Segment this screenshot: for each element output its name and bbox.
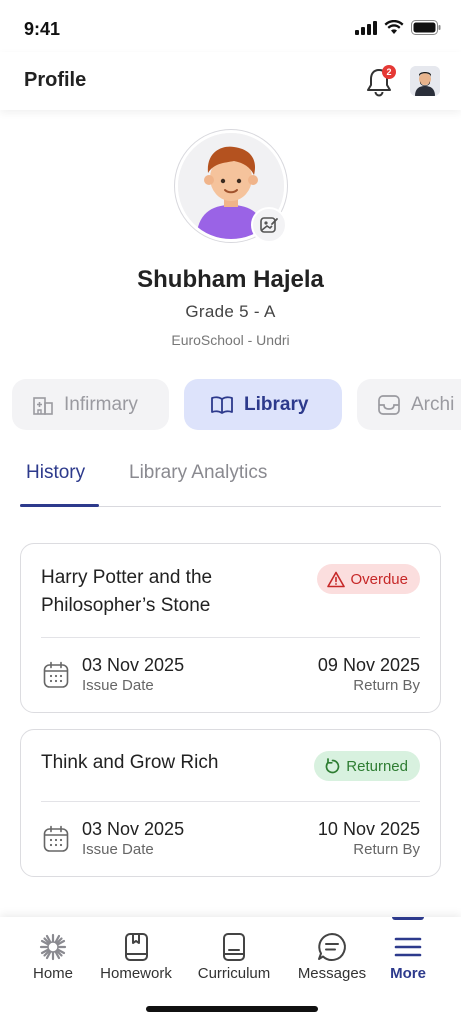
page-title: Profile	[24, 69, 87, 91]
edit-photo-button[interactable]	[251, 207, 287, 243]
inbox-icon	[378, 394, 400, 415]
message-bubble-icon	[318, 933, 346, 961]
section-chips: Infirmary Library Archi	[12, 379, 461, 431]
building-icon	[33, 396, 53, 415]
nav-label: Home	[32, 965, 73, 982]
card-divider	[41, 801, 420, 802]
book-card[interactable]: Harry Potter and the Philosopher’s Stone…	[20, 543, 441, 713]
status-time: 9:41	[24, 19, 61, 39]
card-divider	[41, 637, 420, 638]
notification-badge: 2	[382, 65, 396, 79]
chip-library[interactable]: Library	[184, 379, 342, 430]
nav-homework[interactable]: Homework	[91, 917, 181, 997]
book-title: Harry Potter and the Philosopher’s Stone	[41, 567, 213, 616]
nav-label: Homework	[100, 965, 172, 982]
warning-icon	[327, 571, 346, 587]
student-grade: Grade 5 - A	[185, 302, 276, 321]
issue-date-label: Issue Date	[82, 677, 154, 694]
chip-archive[interactable]: Archi	[357, 379, 461, 430]
nav-label: More	[390, 965, 426, 982]
return-date: 09 Nov 2025	[317, 655, 420, 675]
chip-label: Library	[244, 393, 309, 415]
issue-date-label: Issue Date	[82, 841, 154, 858]
student-name: Shubham Hajela	[137, 266, 324, 293]
menu-icon	[394, 937, 422, 957]
active-tab-indicator	[20, 504, 99, 507]
return-date-label: Return By	[353, 677, 420, 694]
status-label: Returned	[346, 757, 408, 775]
open-book-icon	[211, 395, 233, 414]
return-date: 10 Nov 2025	[317, 819, 420, 839]
chip-label: Archi	[411, 393, 455, 415]
nav-label: Curriculum	[197, 965, 271, 982]
curriculum-icon	[223, 933, 245, 961]
status-badge-overdue: Overdue	[317, 564, 420, 594]
nav-curriculum[interactable]: Curriculum	[189, 917, 279, 997]
battery-icon	[411, 20, 441, 35]
calendar-icon	[43, 661, 69, 688]
home-indicator	[146, 1006, 318, 1012]
edit-image-icon	[260, 217, 278, 233]
book-card[interactable]: Think and Grow Rich Returned 03 Nov 2025…	[20, 729, 441, 877]
refresh-icon	[325, 757, 340, 773]
book-title: Think and Grow Rich	[41, 752, 219, 773]
wifi-icon	[384, 20, 404, 34]
status-badge-returned: Returned	[314, 751, 420, 781]
system-icons	[355, 20, 441, 35]
issue-date: 03 Nov 2025	[82, 655, 185, 675]
chip-infirmary[interactable]: Infirmary	[12, 379, 169, 430]
status-label: Overdue	[350, 570, 408, 588]
issue-date: 03 Nov 2025	[82, 819, 185, 839]
library-tabs: History Library Analytics	[20, 450, 441, 507]
status-bar: 9:41	[0, 0, 461, 52]
return-date-label: Return By	[353, 841, 420, 858]
user-avatar-icon	[410, 66, 440, 96]
user-avatar[interactable]	[410, 66, 440, 96]
nav-home[interactable]: Home	[8, 917, 98, 997]
notification-button[interactable]: 2	[364, 65, 396, 98]
signal-icon	[355, 20, 377, 35]
homework-book-icon	[125, 933, 148, 961]
chip-label: Infirmary	[64, 393, 138, 415]
tab-library-analytics[interactable]: Library Analytics	[129, 462, 267, 484]
student-school: EuroSchool - Undri	[171, 332, 290, 348]
nav-more[interactable]: More	[363, 917, 453, 997]
app-header: Profile 2	[0, 52, 461, 110]
tab-history[interactable]: History	[26, 462, 85, 484]
home-flower-icon	[39, 933, 67, 961]
calendar-icon	[43, 825, 69, 852]
